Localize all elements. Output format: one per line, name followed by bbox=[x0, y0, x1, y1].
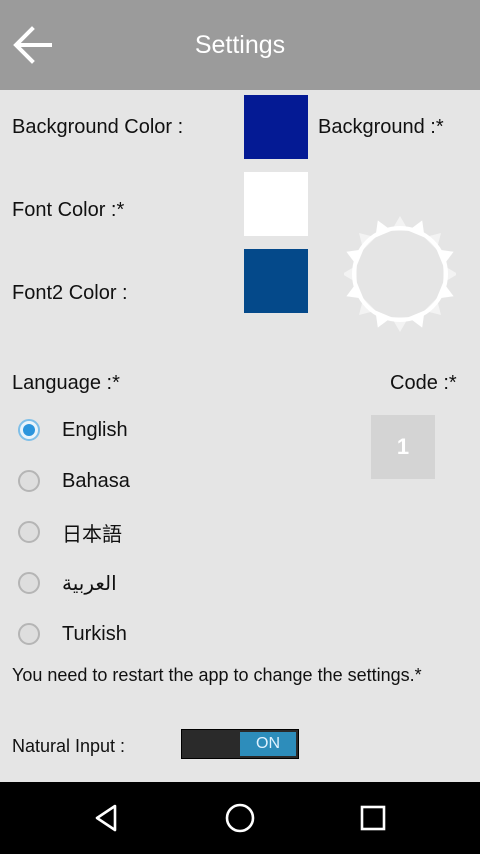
language-option-japanese[interactable]: 日本語 bbox=[18, 515, 122, 549]
radio-button-english[interactable] bbox=[18, 419, 40, 441]
arrow-left-icon bbox=[13, 26, 52, 64]
nav-home-button[interactable] bbox=[218, 796, 262, 840]
language-option-label: Bahasa bbox=[62, 469, 130, 492]
home-circle-icon bbox=[225, 803, 255, 833]
language-option-english[interactable]: English bbox=[18, 413, 128, 447]
background-pattern-image bbox=[342, 216, 458, 332]
language-label: Language :* bbox=[12, 372, 120, 394]
toggle-on-indicator: ON bbox=[240, 732, 296, 756]
language-option-label: 日本語 bbox=[62, 523, 122, 546]
background-color-label: Background Color : bbox=[12, 116, 184, 138]
restart-note: You need to restart the app to change th… bbox=[12, 665, 422, 685]
page-title: Settings bbox=[194, 31, 286, 59]
radio-button-bahasa[interactable] bbox=[18, 470, 40, 492]
code-label: Code :* bbox=[390, 372, 457, 394]
code-value-box[interactable]: 1 bbox=[371, 415, 435, 479]
font2-color-swatch[interactable] bbox=[244, 249, 308, 313]
app-bar: Settings bbox=[0, 0, 480, 90]
recents-square-icon bbox=[360, 805, 386, 831]
code-value: 1 bbox=[396, 434, 410, 459]
back-triangle-icon bbox=[95, 804, 117, 832]
font-color-swatch[interactable] bbox=[244, 172, 308, 236]
radio-button-turkish[interactable] bbox=[18, 623, 40, 645]
natural-input-label: Natural Input : bbox=[12, 736, 126, 756]
background-color-swatch[interactable] bbox=[244, 95, 308, 159]
nav-recents-button[interactable] bbox=[351, 796, 395, 840]
radio-button-japanese[interactable] bbox=[18, 521, 40, 543]
background-pattern-preview[interactable] bbox=[342, 204, 458, 344]
language-option-label: Turkish bbox=[62, 622, 127, 645]
natural-input-toggle[interactable]: ON bbox=[181, 729, 299, 759]
font-color-label: Font Color :* bbox=[12, 199, 125, 221]
background-pattern-label: Background :* bbox=[318, 116, 444, 138]
font2-color-label: Font2 Color : bbox=[12, 282, 128, 304]
language-option-label: English bbox=[62, 418, 128, 441]
back-button[interactable] bbox=[6, 20, 58, 70]
language-option-turkish[interactable]: Turkish bbox=[18, 617, 127, 651]
nav-back-button[interactable] bbox=[84, 796, 128, 840]
language-option-bahasa[interactable]: Bahasa bbox=[18, 464, 130, 498]
pattern-center bbox=[358, 232, 442, 316]
language-option-label: العربية bbox=[62, 572, 117, 595]
radio-button-arabic[interactable] bbox=[18, 572, 40, 594]
system-nav-bar bbox=[0, 782, 480, 854]
language-option-arabic[interactable]: العربية bbox=[18, 566, 117, 600]
